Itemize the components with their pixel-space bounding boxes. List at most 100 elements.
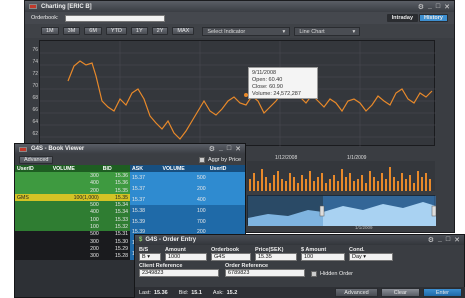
- bid-cell: [15, 180, 51, 187]
- period-max[interactable]: MAX: [172, 27, 195, 35]
- close-icon[interactable]: ✕: [454, 236, 460, 244]
- bid-row[interactable]: GMS 100(1,000) 15.35: [15, 194, 130, 202]
- tab-intraday[interactable]: Intraday: [386, 14, 419, 22]
- ask-row[interactable]: 15.38 100: [130, 205, 245, 217]
- ask-cell: 200: [197, 185, 206, 192]
- bid-row[interactable]: 400 15.36: [15, 179, 130, 187]
- clear-button[interactable]: Clear: [380, 288, 420, 297]
- flag-icon: [29, 4, 37, 9]
- ask-cell: 100: [197, 207, 206, 214]
- ask-cell: [208, 194, 245, 205]
- bid-row[interactable]: 500 15.34: [15, 201, 130, 209]
- maximize-icon[interactable]: □: [446, 236, 450, 244]
- hidden-order-label: Hidden Order: [320, 270, 354, 277]
- y-tick: 66: [32, 107, 38, 113]
- cond-select[interactable]: Day ▾: [349, 253, 393, 261]
- maximize-icon[interactable]: □: [436, 3, 440, 11]
- tools-icon[interactable]: ⚙: [209, 145, 215, 153]
- bid-cell: [15, 238, 51, 245]
- bid-row[interactable]: 300 15.28: [15, 252, 130, 260]
- bid-cell: 300: [90, 238, 99, 245]
- money-icon: $: [139, 237, 143, 243]
- advanced-button[interactable]: Advanced: [19, 155, 54, 164]
- ask-cell: 15.37: [132, 185, 145, 192]
- bid-row[interactable]: 300 15.30: [15, 237, 130, 246]
- bid-row[interactable]: 100 15.33: [15, 216, 130, 224]
- bid-cell: 400: [90, 180, 99, 187]
- aggr-label: Aggr by Price: [207, 156, 241, 163]
- order-ref-input[interactable]: 6789823: [225, 269, 305, 277]
- amount-input[interactable]: 1000: [165, 253, 207, 261]
- minimize-icon[interactable]: _: [219, 145, 223, 153]
- client-ref-input[interactable]: 2349823: [139, 269, 219, 277]
- y-tick: 68: [32, 95, 38, 101]
- book-titlebar[interactable]: G4S - Book Viewer ⚙ _ □ ✕: [15, 144, 245, 154]
- minimize-icon[interactable]: _: [438, 236, 442, 244]
- bid-cell: 15.35: [115, 187, 128, 194]
- ask-cell: [208, 183, 245, 194]
- ask-row[interactable]: 15.39 700: [130, 216, 245, 227]
- bid-row[interactable]: 200 15.35: [15, 186, 130, 195]
- close-icon[interactable]: ✕: [444, 3, 450, 11]
- chart-title: Charting [ERIC B]: [41, 3, 92, 10]
- ask-row[interactable]: 15.37 200: [130, 183, 245, 195]
- y-tick: 76: [32, 47, 38, 53]
- y-tick: 62: [32, 131, 38, 137]
- period-1m[interactable]: 1M: [41, 27, 59, 35]
- hidden-order-checkbox[interactable]: [311, 270, 317, 277]
- bid-row[interactable]: 200 15.29: [15, 245, 130, 253]
- navigator[interactable]: [247, 195, 437, 226]
- chart-type-select[interactable]: Line Chart ▾: [294, 26, 361, 36]
- orderbook-input[interactable]: G4S: [211, 253, 251, 261]
- bid-cell: 500: [90, 231, 99, 238]
- minimize-icon[interactable]: _: [428, 3, 432, 11]
- bid-cell: [15, 209, 51, 216]
- ask-row[interactable]: 15.37 500: [130, 172, 245, 184]
- period-6m[interactable]: 6M: [84, 27, 102, 35]
- price-chart-area[interactable]: 9/11/2008 Open: 60.40 Close: 60.90 Volum…: [39, 40, 436, 147]
- bid-cell: 300: [90, 172, 99, 179]
- y-tick: 72: [32, 71, 38, 77]
- tools-icon[interactable]: ⚙: [418, 3, 424, 11]
- bid-cell: 200: [90, 245, 99, 252]
- advanced-button[interactable]: Advanced: [335, 288, 378, 297]
- maximize-icon[interactable]: □: [227, 145, 231, 153]
- bid-cell: 15.32: [115, 224, 128, 231]
- bid-row[interactable]: 500 15.31: [15, 230, 130, 238]
- aggr-checkbox[interactable]: [198, 156, 205, 163]
- bid-cell: 300: [90, 253, 99, 260]
- bid-cell: 15.36: [115, 172, 128, 179]
- enter-button[interactable]: Enter: [422, 288, 462, 297]
- y-tick: 64: [32, 119, 38, 125]
- period-3m[interactable]: 3M: [62, 27, 81, 35]
- bid-row[interactable]: 100 15.32: [15, 223, 130, 231]
- y-axis: 76 74 72 70 68 66 64 62: [25, 44, 38, 140]
- bid-row[interactable]: 300 15.36: [15, 172, 130, 180]
- flag-icon: [19, 146, 27, 152]
- bid-cell: 15.28: [115, 253, 128, 260]
- bid-cell: 100: [90, 216, 99, 223]
- close-icon[interactable]: ✕: [235, 145, 241, 153]
- dollar-amount-input[interactable]: 100: [301, 253, 345, 261]
- bid-cell: 100(1,000): [73, 194, 99, 201]
- tab-history[interactable]: History: [419, 14, 448, 22]
- ask-cell: [208, 205, 245, 216]
- period-ytd[interactable]: YTD: [105, 27, 127, 35]
- tooltip-close: Close: 60.90: [252, 84, 283, 90]
- price-input[interactable]: 15.35: [255, 253, 297, 261]
- ask-cell: [208, 172, 245, 183]
- order-titlebar[interactable]: $ G4S - Order Entry ⚙ _ □ ✕: [135, 235, 464, 245]
- bid-row[interactable]: 400 15.34: [15, 208, 130, 217]
- orderbook-input[interactable]: [64, 14, 165, 22]
- ask-value: 15.2: [226, 289, 238, 296]
- ask-row[interactable]: 15.37 400: [130, 194, 245, 206]
- chart-titlebar[interactable]: Charting [ERIC B] ⚙ _ □ ✕: [25, 1, 454, 12]
- tools-icon[interactable]: ⚙: [428, 236, 434, 244]
- bs-select[interactable]: B ▾: [139, 253, 161, 261]
- chevron-down-icon: ▾: [282, 28, 286, 35]
- indicator-select[interactable]: Select Indicator ▾: [202, 26, 291, 36]
- period-1y[interactable]: 1Y: [130, 27, 148, 35]
- ask-label: Ask:: [212, 289, 224, 296]
- bid-cell: [15, 187, 51, 194]
- period-2y[interactable]: 2Y: [151, 27, 169, 35]
